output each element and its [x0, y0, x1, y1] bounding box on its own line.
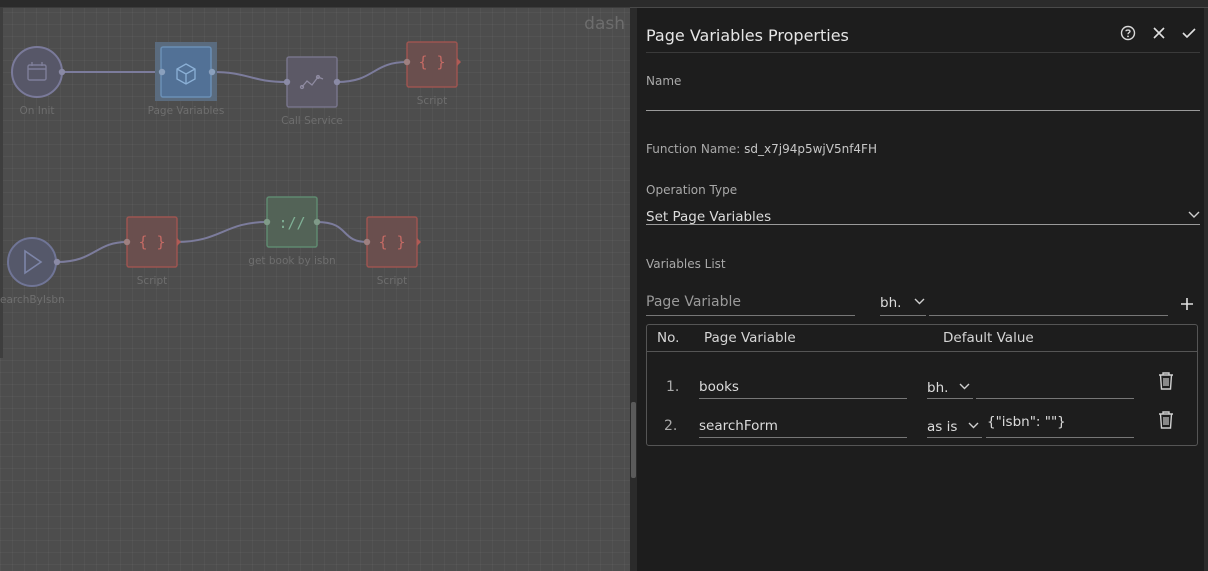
row-variable-name-input[interactable]: books	[699, 379, 906, 395]
chevron-down-icon	[959, 383, 970, 390]
function-name-value: sd_x7j94p5wjV5nf4FH	[744, 142, 877, 156]
canvas-scrollbar-thumb[interactable]	[631, 402, 636, 478]
edge-callservice-script1	[336, 61, 408, 83]
row-type-select[interactable]: as is	[927, 416, 983, 436]
braces-icon: { }	[378, 233, 405, 251]
chevron-down-icon	[1188, 211, 1200, 218]
edge-pagevars-callservice	[211, 71, 288, 83]
new-variable-value-underline	[929, 315, 1168, 316]
function-name-label: Function Name:	[646, 142, 741, 156]
function-name: Function Name: sd_x7j94p5wjV5nf4FH	[646, 142, 877, 156]
new-variable-type-select[interactable]: bh.	[880, 292, 926, 312]
flow-graph: { } { } :// { }	[7, 41, 461, 287]
panel-title-rule	[646, 52, 1200, 53]
node-script-3[interactable]: { }	[363, 216, 421, 268]
row-number: 2.	[664, 418, 678, 434]
trash-icon[interactable]	[1157, 371, 1175, 391]
operation-type-value: Set Page Variables	[646, 209, 772, 225]
properties-panel: Page Variables Properties Name Function …	[637, 8, 1204, 571]
node-label-on-init: On Init	[19, 105, 55, 117]
node-label-script-1: Script	[416, 95, 448, 107]
name-input-underline	[646, 110, 1200, 111]
node-script-1[interactable]: { }	[403, 41, 461, 88]
row-type-select[interactable]: bh.	[927, 377, 973, 397]
row-number: 1.	[666, 379, 680, 395]
row-type-value: as is	[927, 419, 958, 435]
new-variable-type-value: bh.	[880, 295, 902, 311]
top-bar-rule	[0, 7, 630, 8]
node-search-by-isbn[interactable]	[7, 237, 61, 287]
node-label-get-book: get book by isbn	[248, 255, 336, 267]
flow-canvas[interactable]: dash {} {}:// {} On Init Page Variab…	[0, 0, 630, 571]
node-label-script-3: Script	[376, 275, 408, 287]
node-label-page-variables: Page Variables	[147, 105, 225, 117]
braces-icon: { }	[138, 233, 165, 251]
edge-search-script2	[56, 241, 128, 263]
panel-right-edge	[1204, 8, 1208, 571]
node-script-2[interactable]: { }	[123, 216, 181, 268]
column-header-default-value: Default Value	[943, 330, 1034, 346]
trash-icon[interactable]	[1157, 410, 1175, 430]
row-type-underline	[927, 437, 982, 438]
edge-getbook-script3	[316, 221, 368, 243]
chevron-down-icon	[914, 298, 925, 305]
node-call-service[interactable]	[283, 56, 341, 108]
node-label-call-service: Call Service	[281, 115, 343, 127]
row-variable-underline	[699, 398, 907, 399]
new-variable-underline	[646, 315, 855, 316]
panel-title: Page Variables Properties	[646, 26, 849, 45]
operation-type-label: Operation Type	[646, 183, 738, 197]
row-default-underline	[976, 398, 1134, 399]
column-header-no: No.	[657, 330, 680, 346]
row-default-underline	[986, 437, 1134, 438]
name-input[interactable]	[646, 90, 1200, 108]
api-icon: ://	[278, 214, 305, 232]
node-label-script-2: Script	[136, 275, 168, 287]
new-variable-value-input[interactable]	[929, 294, 1167, 312]
row-variable-underline	[699, 437, 907, 438]
node-page-variables[interactable]	[155, 42, 217, 101]
braces-icon: { }	[418, 53, 445, 71]
close-icon[interactable]	[1150, 24, 1168, 42]
add-variable-icon[interactable]	[1180, 296, 1194, 315]
check-icon[interactable]	[1180, 24, 1198, 42]
row-type-value: bh.	[927, 380, 949, 396]
new-variable-input[interactable]: Page Variable	[646, 294, 854, 310]
new-variable-type-underline	[880, 315, 926, 316]
name-label: Name	[646, 74, 682, 88]
operation-type-select[interactable]: Set Page Variables	[646, 206, 1200, 226]
table-header-rule	[647, 351, 1197, 352]
node-label-search-by-isbn: earchByIsbn	[0, 294, 65, 306]
node-on-init[interactable]	[11, 46, 66, 98]
operation-type-underline	[646, 224, 1200, 225]
column-header-page-variable: Page Variable	[704, 330, 796, 346]
node-get-book-by-isbn[interactable]: ://	[263, 196, 321, 248]
chevron-down-icon	[968, 422, 979, 429]
row-variable-name-input[interactable]: searchForm	[699, 418, 906, 434]
row-type-underline	[927, 398, 973, 399]
panel-divider[interactable]	[630, 8, 637, 571]
row-default-value-input[interactable]: {"isbn": ""}	[987, 414, 1133, 430]
variables-table: No. Page Variable Default Value 1. books…	[646, 324, 1198, 446]
variables-list-label: Variables List	[646, 257, 726, 271]
help-icon[interactable]	[1119, 24, 1137, 42]
edge-script2-getbook	[176, 221, 268, 243]
top-bar	[0, 0, 1208, 7]
